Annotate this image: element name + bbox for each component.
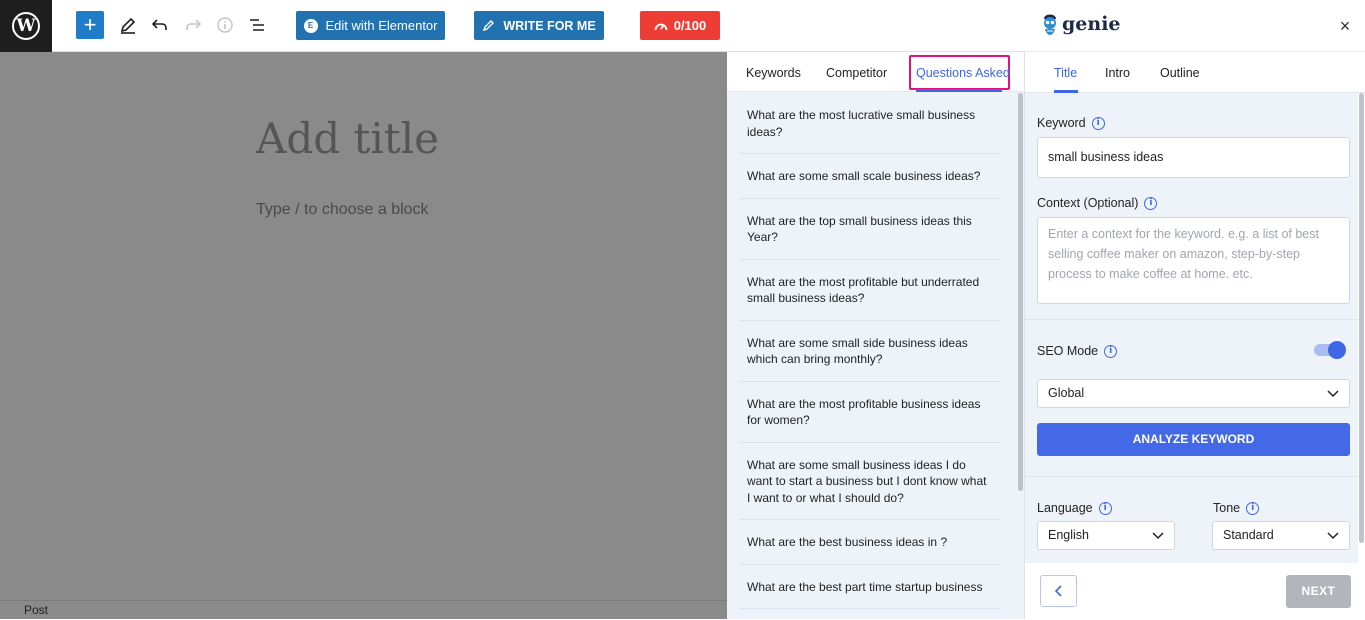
questions-panel: Keywords Competitor Questions Asked What…: [727, 52, 1025, 619]
info-icon[interactable]: i: [1091, 116, 1105, 130]
elementor-icon: E: [303, 18, 318, 33]
gauge-icon: [654, 23, 668, 30]
seo-mode-value: Global: [1048, 386, 1085, 400]
questions-panel-tabs: Keywords Competitor Questions Asked: [727, 52, 1024, 92]
keyword-label: Keyword i: [1037, 116, 1105, 130]
info-icon[interactable]: i: [1246, 501, 1260, 515]
add-block-button[interactable]: +: [76, 11, 104, 39]
wordpress-logo-button[interactable]: W: [0, 0, 52, 52]
editor-canvas: Add title Type / to choose a block Post: [0, 52, 727, 619]
genie-header: genie ×: [1025, 0, 1365, 52]
language-value: English: [1048, 528, 1089, 542]
tab-title[interactable]: Title: [1054, 66, 1077, 80]
genie-sidebar: genie × Title Intro Outline Keyword i sm…: [1025, 0, 1365, 619]
tab-intro[interactable]: Intro: [1105, 66, 1130, 80]
question-item[interactable]: What are some small business ideas I do …: [739, 443, 1000, 520]
question-item[interactable]: What are the most lucrative small busine…: [739, 93, 1000, 154]
seo-mode-toggle[interactable]: [1314, 341, 1346, 359]
analyze-keyword-button[interactable]: ANALYZE KEYWORD: [1037, 423, 1350, 456]
pen-icon: [483, 20, 495, 32]
info-icon[interactable]: i: [1104, 344, 1118, 358]
tab-competitor[interactable]: Competitor: [826, 66, 887, 80]
back-button[interactable]: [1040, 575, 1077, 607]
tone-select[interactable]: Standard: [1212, 521, 1350, 550]
seo-mode-label-text: SEO Mode: [1037, 344, 1099, 358]
list-view-icon[interactable]: [245, 13, 269, 37]
seo-score-label: 0/100: [673, 18, 707, 33]
seo-mode-select[interactable]: Global: [1037, 379, 1350, 408]
tone-value: Standard: [1223, 528, 1274, 542]
redo-icon[interactable]: [181, 13, 205, 37]
section-divider: [1025, 319, 1358, 320]
block-placeholder[interactable]: Type / to choose a block: [256, 201, 429, 219]
chevron-down-icon: [1152, 532, 1164, 540]
genie-form: Keyword i small business ideas Context (…: [1025, 93, 1358, 563]
question-item[interactable]: What are some small side business ideas …: [739, 321, 1000, 382]
question-item[interactable]: What are the most profitable but underra…: [739, 260, 1000, 321]
tab-outline[interactable]: Outline: [1160, 66, 1200, 80]
language-label: Language i: [1037, 501, 1112, 515]
editor-toolbar: W + E Edit with Elementor WRITE FOR ME 0…: [0, 0, 1025, 52]
toggle-knob: [1328, 341, 1346, 359]
question-item[interactable]: What are the best part time startup busi…: [739, 565, 1000, 609]
genie-footer: NEXT: [1025, 563, 1365, 619]
context-textarea[interactable]: Enter a context for the keyword. e.g. a …: [1037, 217, 1350, 304]
tab-questions-asked[interactable]: Questions Asked: [916, 66, 1010, 80]
genie-logo: genie: [1040, 11, 1121, 37]
edit-with-elementor-label: Edit with Elementor: [325, 18, 438, 33]
tone-label-text: Tone: [1213, 501, 1241, 515]
genie-tabs: Title Intro Outline: [1025, 52, 1365, 93]
section-divider: [1025, 476, 1358, 477]
keyword-label-text: Keyword: [1037, 116, 1086, 130]
chevron-down-icon: [1327, 390, 1339, 398]
keyword-input[interactable]: small business ideas: [1037, 137, 1350, 178]
pencil-icon[interactable]: [116, 13, 140, 37]
editor-breadcrumb[interactable]: Post: [0, 600, 727, 619]
undo-icon[interactable]: [148, 13, 172, 37]
context-label: Context (Optional) i: [1037, 196, 1158, 210]
seo-mode-label: SEO Mode i: [1037, 344, 1118, 358]
tab-keywords[interactable]: Keywords: [746, 66, 801, 80]
questions-list: What are the most lucrative small busine…: [739, 93, 1000, 609]
tone-label: Tone i: [1213, 501, 1260, 515]
language-select[interactable]: English: [1037, 521, 1175, 550]
info-icon[interactable]: i: [1098, 501, 1112, 515]
question-item[interactable]: What are the best business ideas in ?: [739, 520, 1000, 565]
wordpress-icon: W: [12, 12, 40, 40]
active-tab-indicator: [916, 89, 1002, 92]
edit-with-elementor-button[interactable]: E Edit with Elementor: [296, 11, 445, 40]
next-button[interactable]: NEXT: [1286, 575, 1351, 608]
genie-mascot-icon: [1044, 14, 1056, 35]
details-info-icon[interactable]: [213, 13, 237, 37]
write-for-me-button[interactable]: WRITE FOR ME: [474, 11, 604, 40]
seo-score-button[interactable]: 0/100: [640, 11, 720, 40]
genie-brand-name: genie: [1062, 13, 1121, 35]
question-item[interactable]: What are the top small business ideas th…: [739, 199, 1000, 260]
post-title-placeholder[interactable]: Add title: [256, 114, 439, 163]
genie-scrollbar[interactable]: [1359, 93, 1364, 543]
chevron-down-icon: [1327, 532, 1339, 540]
questions-scrollbar[interactable]: [1018, 93, 1023, 491]
write-for-me-label: WRITE FOR ME: [503, 18, 596, 33]
info-icon[interactable]: i: [1144, 196, 1158, 210]
question-item[interactable]: What are the most profitable business id…: [739, 382, 1000, 443]
chevron-left-icon: [1054, 585, 1062, 597]
language-label-text: Language: [1037, 501, 1093, 515]
close-icon[interactable]: ×: [1335, 16, 1355, 36]
context-label-text: Context (Optional): [1037, 196, 1139, 210]
question-item[interactable]: What are some small scale business ideas…: [739, 154, 1000, 199]
